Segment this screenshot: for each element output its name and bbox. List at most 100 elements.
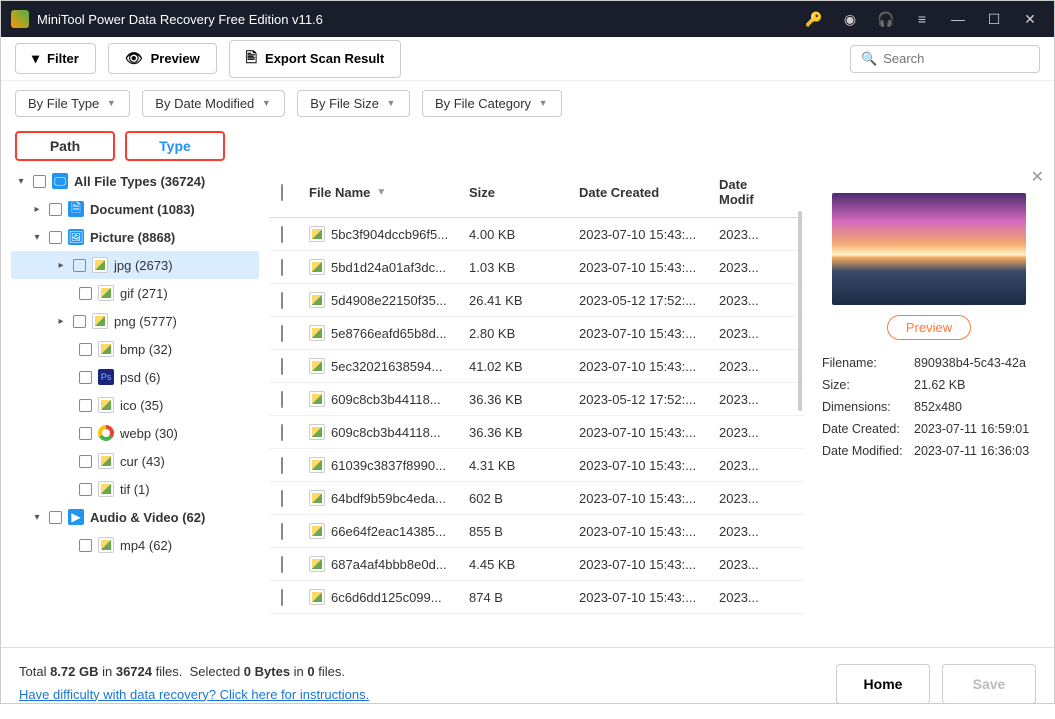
tree-root[interactable]: ▾🖵All File Types (36724) — [11, 167, 259, 195]
by-file-type-dropdown[interactable]: By File Type▼ — [15, 90, 130, 117]
file-size: 602 B — [469, 491, 579, 506]
maximize-icon[interactable]: ☐ — [980, 5, 1008, 33]
tree-ico[interactable]: ico (35) — [11, 391, 259, 419]
file-date-created: 2023-07-10 15:43:... — [579, 524, 719, 539]
table-row[interactable]: 66e64f2eac14385...855 B2023-07-10 15:43:… — [269, 515, 804, 548]
table-row[interactable]: 5ec32021638594...41.02 KB2023-07-10 15:4… — [269, 350, 804, 383]
by-date-dropdown[interactable]: By Date Modified▼ — [142, 90, 285, 117]
table-row[interactable]: 5bd1d24a01af3dc...1.03 KB2023-07-10 15:4… — [269, 251, 804, 284]
file-date-modified: 2023... — [719, 392, 781, 407]
scrollbar[interactable] — [798, 211, 802, 411]
tree-psd[interactable]: Pspsd (6) — [11, 363, 259, 391]
col-size[interactable]: Size — [469, 185, 579, 200]
checkbox[interactable] — [49, 511, 62, 524]
file-date-created: 2023-07-10 15:43:... — [579, 425, 719, 440]
search-input[interactable] — [883, 51, 1029, 66]
search-box[interactable]: 🔍 — [850, 45, 1040, 73]
file-tree: ▾🖵All File Types (36724) ▸🗎Document (108… — [1, 161, 269, 647]
tree-picture[interactable]: ▾🖼Picture (8868) — [11, 223, 259, 251]
col-date-modified[interactable]: Date Modif — [719, 177, 781, 207]
table-row[interactable]: 64bdf9b59bc4eda...602 B2023-07-10 15:43:… — [269, 482, 804, 515]
checkbox[interactable] — [79, 539, 92, 552]
titlebar: MiniTool Power Data Recovery Free Editio… — [1, 1, 1054, 37]
file-date-created: 2023-07-10 15:43:... — [579, 458, 719, 473]
close-detail-icon[interactable]: ✕ — [1031, 167, 1044, 187]
tree-cur[interactable]: cur (43) — [11, 447, 259, 475]
checkbox[interactable] — [73, 259, 86, 272]
save-button[interactable]: Save — [942, 664, 1036, 704]
file-date-created: 2023-07-10 15:43:... — [579, 359, 719, 374]
checkbox[interactable] — [33, 175, 46, 188]
filter-button[interactable]: ▾ Filter — [15, 43, 96, 74]
row-checkbox[interactable] — [281, 226, 283, 243]
tree-png[interactable]: ▸png (5777) — [11, 307, 259, 335]
tree-document[interactable]: ▸🗎Document (1083) — [11, 195, 259, 223]
help-link[interactable]: Have difficulty with data recovery? Clic… — [19, 684, 369, 706]
table-row[interactable]: 5d4908e22150f35...26.41 KB2023-05-12 17:… — [269, 284, 804, 317]
tree-bmp[interactable]: bmp (32) — [11, 335, 259, 363]
preview-image-button[interactable]: Preview — [887, 315, 971, 340]
close-icon[interactable]: ✕ — [1016, 5, 1044, 33]
row-checkbox[interactable] — [281, 358, 283, 375]
export-icon: 🖹 — [246, 47, 257, 71]
tree-webp[interactable]: webp (30) — [11, 419, 259, 447]
table-body: 5bc3f904dccb96f5...4.00 KB2023-07-10 15:… — [269, 218, 804, 638]
table-row[interactable]: 5bc3f904dccb96f5...4.00 KB2023-07-10 15:… — [269, 218, 804, 251]
row-checkbox[interactable] — [281, 292, 283, 309]
col-date-created[interactable]: Date Created — [579, 185, 719, 200]
table-row[interactable]: 61039c3837f8990...4.31 KB2023-07-10 15:4… — [269, 449, 804, 482]
row-checkbox[interactable] — [281, 424, 283, 441]
search-icon: 🔍 — [861, 51, 877, 67]
table-row[interactable]: 5e8766eafd65b8d...2.80 KB2023-07-10 15:4… — [269, 317, 804, 350]
row-checkbox[interactable] — [281, 589, 283, 606]
file-size: 874 B — [469, 590, 579, 605]
home-button[interactable]: Home — [836, 664, 930, 704]
checkbox[interactable] — [49, 203, 62, 216]
tab-row: Path Type — [1, 125, 1054, 161]
checkbox[interactable] — [79, 343, 92, 356]
row-checkbox[interactable] — [281, 325, 283, 342]
col-filename[interactable]: File Name▼ — [309, 185, 469, 200]
menu-icon[interactable]: ≡ — [908, 5, 936, 33]
row-checkbox[interactable] — [281, 391, 283, 408]
file-date-modified: 2023... — [719, 326, 781, 341]
table-row[interactable]: 687a4af4bbb8e0d...4.45 KB2023-07-10 15:4… — [269, 548, 804, 581]
row-checkbox[interactable] — [281, 490, 283, 507]
checkbox[interactable] — [49, 231, 62, 244]
headset-icon[interactable]: 🎧 — [872, 5, 900, 33]
export-button[interactable]: 🖹 Export Scan Result — [229, 40, 401, 78]
file-date-modified: 2023... — [719, 524, 781, 539]
checkbox[interactable] — [79, 483, 92, 496]
tree-jpg[interactable]: ▸jpg (2673) — [11, 251, 259, 279]
checkbox[interactable] — [79, 399, 92, 412]
by-category-dropdown[interactable]: By File Category▼ — [422, 90, 562, 117]
checkbox[interactable] — [79, 455, 92, 468]
tab-type[interactable]: Type — [125, 131, 225, 161]
tree-audio-video[interactable]: ▾▶Audio & Video (62) — [11, 503, 259, 531]
select-all-checkbox[interactable] — [281, 184, 283, 201]
disc-icon[interactable]: ◉ — [836, 5, 864, 33]
row-checkbox[interactable] — [281, 556, 283, 573]
by-size-dropdown[interactable]: By File Size▼ — [297, 90, 410, 117]
row-checkbox[interactable] — [281, 457, 283, 474]
tree-mp4[interactable]: mp4 (62) — [11, 531, 259, 559]
file-icon — [309, 457, 325, 473]
tab-path[interactable]: Path — [15, 131, 115, 161]
checkbox[interactable] — [79, 427, 92, 440]
tree-gif[interactable]: gif (271) — [11, 279, 259, 307]
checkbox[interactable] — [73, 315, 86, 328]
row-checkbox[interactable] — [281, 523, 283, 540]
checkbox[interactable] — [79, 287, 92, 300]
table-row[interactable]: 609c8cb3b44118...36.36 KB2023-07-10 15:4… — [269, 416, 804, 449]
row-checkbox[interactable] — [281, 259, 283, 276]
table-row[interactable]: 6c6d6dd125c099...874 B2023-07-10 15:43:.… — [269, 581, 804, 614]
key-icon[interactable]: 🔑 — [800, 5, 828, 33]
tree-tif[interactable]: tif (1) — [11, 475, 259, 503]
file-name: 5bd1d24a01af3dc... — [331, 260, 446, 275]
table-row[interactable]: 609c8cb3b44118...36.36 KB2023-05-12 17:5… — [269, 383, 804, 416]
checkbox[interactable] — [79, 371, 92, 384]
file-icon — [309, 523, 325, 539]
modified-label: Date Modified: — [822, 444, 914, 458]
preview-button[interactable]: 👁 Preview — [108, 43, 217, 74]
minimize-icon[interactable]: — — [944, 5, 972, 33]
